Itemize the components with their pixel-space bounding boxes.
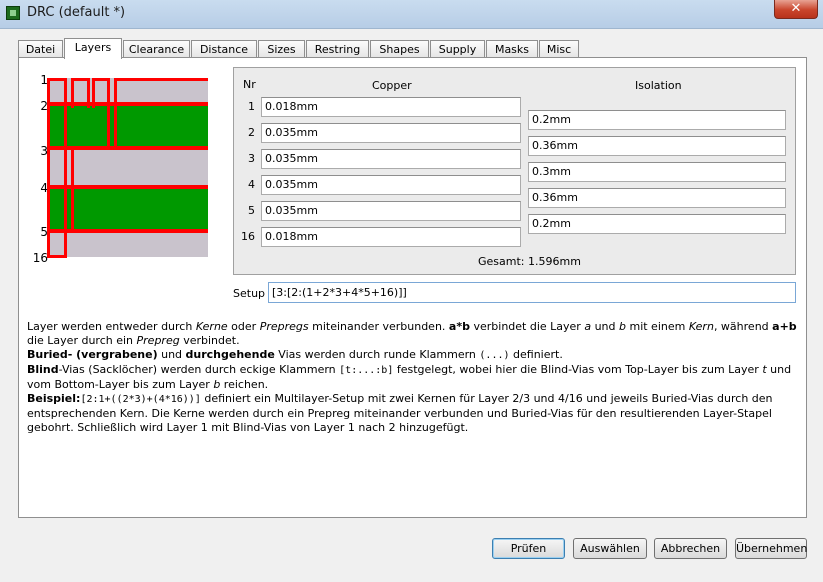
column-header-nr: Nr: [243, 78, 256, 91]
help-text-segment: durchgehende: [185, 348, 275, 361]
help-text-segment: verbindet.: [179, 334, 240, 347]
via-wall: [92, 78, 95, 108]
check-button[interactable]: Prüfen: [492, 538, 565, 559]
help-text-segment: oder: [227, 320, 260, 333]
via-wall: [71, 148, 74, 232]
apply-button[interactable]: Übernehmen: [735, 538, 807, 559]
layer-stack-diagram: 1 2 3 4 5 16: [26, 72, 216, 267]
tab-restring[interactable]: Restring: [306, 40, 369, 58]
help-text-segment: Blind: [27, 363, 59, 376]
drc-dialog: DRC (default *) ✕ Datei Layers Clearance…: [0, 0, 823, 582]
stack-drawing: [47, 78, 208, 258]
help-text-segment: und: [157, 348, 186, 361]
help-paragraph: Blind-Vias (Sacklöcher) werden durch eck…: [27, 363, 797, 392]
copper-thickness-input[interactable]: 0.018mm: [261, 97, 521, 117]
copper-layer: [94, 78, 109, 81]
row-label: 5: [248, 204, 255, 217]
copper-thickness-input[interactable]: 0.018mm: [261, 227, 521, 247]
help-text-segment: festgelegt, wobei hier die Blind-Vias vo…: [393, 363, 763, 376]
via-wall: [107, 146, 117, 149]
help-paragraph: Buried- (vergrabene) und durchgehende Vi…: [27, 348, 797, 363]
setup-input[interactable]: [3:[2:(1+2*3+4*5+16)]]: [268, 282, 796, 303]
help-text-segment: reichen.: [220, 378, 269, 391]
via-wall: [47, 78, 50, 257]
help-text-segment: b: [619, 320, 626, 333]
help-text-segment: Prepregs: [259, 320, 309, 333]
help-text-segment: definiert.: [509, 348, 563, 361]
isolation-thickness-input[interactable]: 0.2mm: [528, 214, 786, 234]
tab-supply[interactable]: Supply: [430, 40, 485, 58]
row-label: 16: [241, 230, 255, 243]
cancel-button[interactable]: Abbrechen: [654, 538, 727, 559]
copper-layer: [73, 78, 88, 81]
tab-clearance[interactable]: Clearance: [123, 40, 190, 58]
row-label: 4: [248, 178, 255, 191]
help-text-segment: Buried- (vergrabene): [27, 348, 158, 361]
copper-layer: [117, 78, 208, 81]
total-label: Gesamt:: [478, 255, 525, 268]
copper-thickness-input[interactable]: 0.035mm: [261, 175, 521, 195]
title-bar[interactable]: DRC (default *) ✕: [0, 0, 823, 29]
tab-misc[interactable]: Misc: [539, 40, 579, 58]
isolation-thickness-input[interactable]: 0.2mm: [528, 110, 786, 130]
copper-thickness-input[interactable]: 0.035mm: [261, 149, 521, 169]
prepreg-layer: [49, 231, 208, 257]
help-text-segment: Prepreg: [136, 334, 180, 347]
total-thickness: Gesamt: 1.596mm: [478, 255, 581, 268]
via-wall: [64, 78, 67, 257]
help-text-segment: Layer werden entweder durch: [27, 320, 196, 333]
via-wall: [87, 78, 90, 108]
close-button[interactable]: ✕: [774, 0, 818, 19]
help-text-segment: mit einem: [625, 320, 689, 333]
via-wall: [71, 78, 74, 108]
help-text-segment: -Vias (Sacklöcher) werden durch eckige K…: [58, 363, 340, 376]
help-text-segment: , während: [713, 320, 773, 333]
help-text-segment: Kern: [688, 320, 714, 333]
help-text-segment: [2:1+((2*3)+(4*16))]: [80, 394, 201, 405]
help-text-segment: miteinander verbunden.: [308, 320, 449, 333]
column-header-copper: Copper: [372, 79, 412, 92]
help-text-segment: a*b: [448, 320, 470, 333]
help-text: Layer werden entweder durch Kerne oder P…: [27, 320, 797, 435]
help-paragraph: Beispiel:[2:1+((2*3)+(4*16))] definiert …: [27, 392, 797, 435]
row-label: 1: [248, 100, 255, 113]
help-text-segment: Beispiel:: [27, 392, 81, 405]
help-text-segment: [t:...:b]: [339, 365, 394, 376]
via-wall: [107, 78, 110, 148]
row-label: 3: [248, 152, 255, 165]
help-text-segment: die Layer durch ein: [27, 334, 137, 347]
tab-sizes[interactable]: Sizes: [258, 40, 305, 58]
column-header-isolation: Isolation: [635, 79, 682, 92]
help-text-segment: (...): [479, 350, 510, 361]
tab-datei[interactable]: Datei: [18, 40, 63, 58]
tab-masks[interactable]: Masks: [486, 40, 538, 58]
window-title: DRC (default *): [27, 5, 126, 20]
row-label: 2: [248, 126, 255, 139]
isolation-thickness-input[interactable]: 0.3mm: [528, 162, 786, 182]
setup-label: Setup: [233, 287, 266, 300]
help-text-segment: Kerne: [195, 320, 228, 333]
copper-thickness-input[interactable]: 0.035mm: [261, 201, 521, 221]
tab-shapes[interactable]: Shapes: [370, 40, 429, 58]
via-wall: [114, 78, 117, 148]
help-text-segment: Vias werden durch runde Klammern: [274, 348, 480, 361]
help-text-segment: verbindet die Layer: [469, 320, 585, 333]
help-paragraph: Layer werden entweder durch Kerne oder P…: [27, 320, 797, 348]
via-wall: [47, 255, 67, 258]
help-text-segment: und: [591, 320, 619, 333]
tab-layers[interactable]: Layers: [64, 38, 122, 59]
app-icon: [6, 6, 20, 20]
core-layer: [49, 104, 208, 148]
help-text-segment: a+b: [772, 320, 797, 333]
select-button[interactable]: Auswählen: [573, 538, 647, 559]
isolation-thickness-input[interactable]: 0.36mm: [528, 136, 786, 156]
total-value: 1.596mm: [528, 255, 581, 268]
isolation-thickness-input[interactable]: 0.36mm: [528, 188, 786, 208]
copper-thickness-input[interactable]: 0.035mm: [261, 123, 521, 143]
tab-distance[interactable]: Distance: [191, 40, 257, 58]
copper-layer: [49, 78, 66, 81]
